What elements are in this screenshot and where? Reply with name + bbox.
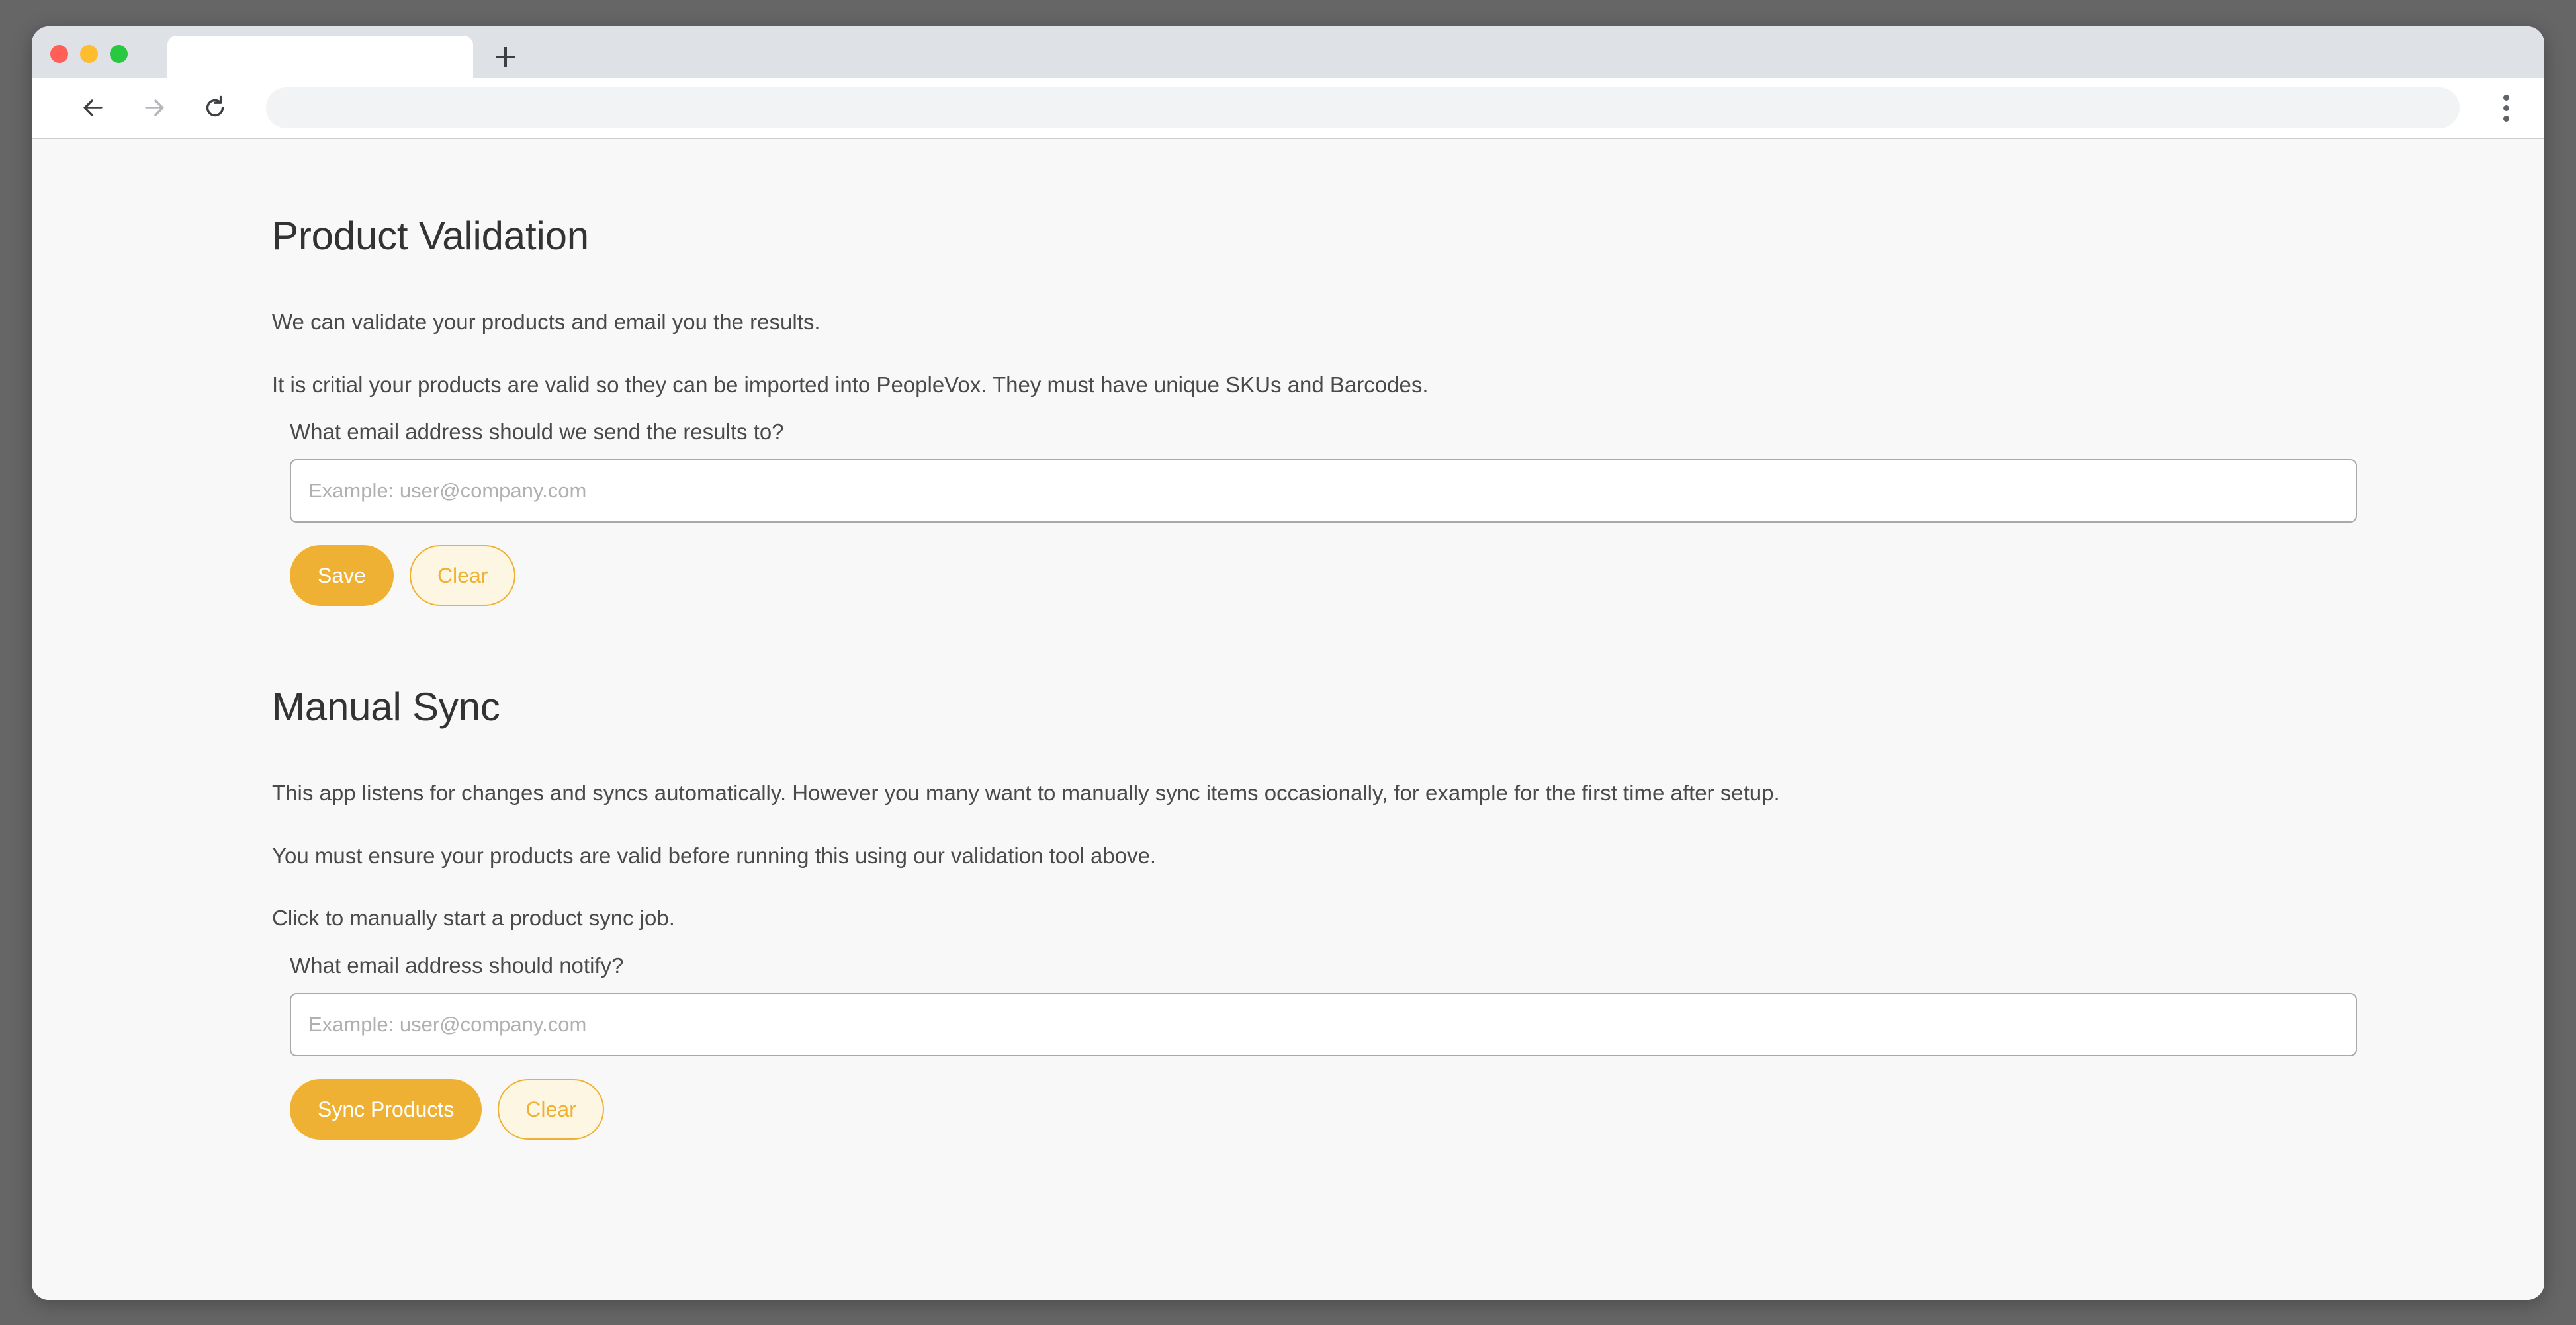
sync-button-row: Sync Products Clear [290,1079,2389,1140]
browser-window: Product Validation We can validate your … [32,26,2544,1300]
browser-tab-strip [32,26,2544,78]
validation-email-label: What email address should we send the re… [290,419,2389,445]
validation-email-input[interactable] [290,459,2357,523]
close-window-button[interactable] [50,45,68,63]
reload-button[interactable] [196,89,234,127]
browser-menu-button[interactable] [2487,87,2524,128]
arrow-right-icon [140,93,169,122]
product-validation-title: Product Validation [272,213,2389,259]
sync-products-button[interactable]: Sync Products [290,1079,482,1140]
validation-button-row: Save Clear [290,545,2389,606]
browser-toolbar [32,78,2544,139]
maximize-window-button[interactable] [110,45,128,63]
minimize-window-button[interactable] [80,45,98,63]
manual-sync-section: Manual Sync This app listens for changes… [272,684,2389,1140]
validation-email-field-group: What email address should we send the re… [272,419,2389,606]
section-divider-gap [272,606,2544,684]
back-button[interactable] [74,89,112,127]
product-validation-paragraph-2: It is critial your products are valid so… [272,370,2389,400]
page-viewport: Product Validation We can validate your … [32,139,2544,1300]
forward-button[interactable] [135,89,173,127]
sync-clear-button[interactable]: Clear [498,1079,603,1140]
window-traffic-lights [50,45,128,63]
plus-icon [494,46,517,68]
reload-icon [200,93,230,122]
arrow-left-icon [79,93,108,122]
new-tab-button[interactable] [488,40,523,74]
sync-email-label: What email address should notify? [290,953,2389,978]
manual-sync-paragraph-1: This app listens for changes and syncs a… [272,779,2389,808]
sync-email-input[interactable] [290,993,2357,1056]
sync-email-field-group: What email address should notify? Sync P… [272,953,2389,1140]
kebab-dot-3 [2503,116,2509,122]
kebab-dot-1 [2503,95,2509,101]
product-validation-section: Product Validation We can validate your … [272,213,2389,606]
browser-tab[interactable] [167,36,473,78]
save-button[interactable]: Save [290,545,394,606]
manual-sync-title: Manual Sync [272,684,2389,730]
kebab-dot-2 [2503,105,2509,111]
product-validation-paragraph-1: We can validate your products and email … [272,308,2389,337]
address-bar[interactable] [266,87,2460,128]
page-content: Product Validation We can validate your … [32,139,2544,1140]
manual-sync-paragraph-3: Click to manually start a product sync j… [272,904,2389,933]
manual-sync-paragraph-2: You must ensure your products are valid … [272,841,2389,871]
validation-clear-button[interactable]: Clear [410,545,515,606]
